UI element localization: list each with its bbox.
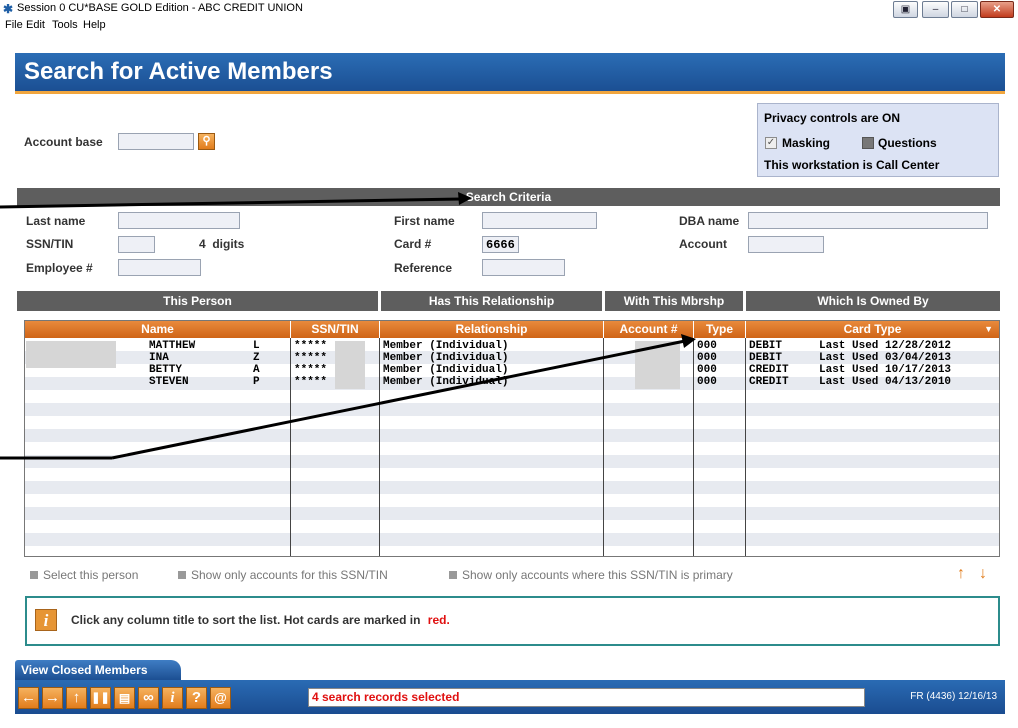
annotation-arrows	[0, 192, 696, 460]
